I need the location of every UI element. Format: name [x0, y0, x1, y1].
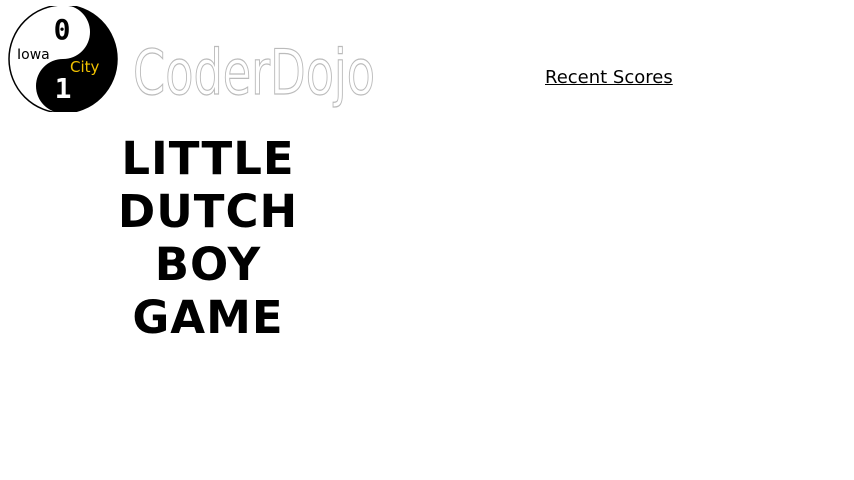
coderdojo-logo: 0 1 Iowa City CoderDojo [7, 6, 377, 112]
logo-digit-bottom: 1 [55, 72, 72, 105]
title-line: LITTLE [121, 132, 295, 185]
logo-city-right: City [70, 58, 100, 76]
page: 0 1 Iowa City CoderDojo Recent Scores LI… [0, 0, 854, 480]
title-line: DUTCH [117, 185, 299, 238]
game-title: LITTLE DUTCH BOY GAME [98, 132, 318, 344]
logo-brand-text: CoderDojo [133, 36, 375, 109]
title-line: GAME [132, 291, 284, 344]
yin-yang-logo-icon: 0 1 Iowa City CoderDojo [8, 6, 376, 112]
title-line: BOY [154, 238, 262, 291]
recent-scores-link[interactable]: Recent Scores [545, 67, 673, 88]
logo-digit-top: 0 [54, 13, 71, 46]
logo-city-left: Iowa [17, 47, 50, 63]
